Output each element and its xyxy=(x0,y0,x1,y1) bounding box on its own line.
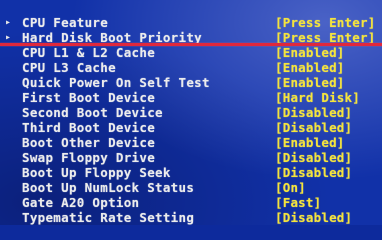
menu-item-cpu-feature[interactable]: ▸ CPU Feature [Press Enter] xyxy=(0,15,382,30)
setting-label: CPU L3 Cache xyxy=(22,60,116,75)
menu-item-quick-power-on-self-test[interactable]: Quick Power On Self Test [Enabled] xyxy=(0,75,382,90)
setting-value[interactable]: [Enabled] xyxy=(275,75,382,90)
setting-value[interactable]: [On] xyxy=(275,180,382,195)
setting-label: Swap Floppy Drive xyxy=(22,150,156,165)
setting-label: Boot Up NumLock Status xyxy=(22,180,195,195)
submenu-arrow-icon: ▸ xyxy=(5,17,12,28)
setting-value[interactable]: [Disabled] xyxy=(275,165,382,180)
menu-item-swap-floppy-drive[interactable]: Swap Floppy Drive [Disabled] xyxy=(0,150,382,165)
setting-label: First Boot Device xyxy=(22,90,156,105)
menu-item-cpu-l3-cache[interactable]: CPU L3 Cache [Enabled] xyxy=(0,60,382,75)
setting-value[interactable]: [Disabled] xyxy=(275,150,382,165)
setting-value[interactable]: [Disabled] xyxy=(275,105,382,120)
setting-value[interactable]: [Fast] xyxy=(275,195,382,210)
setting-label: Second Boot Device xyxy=(22,105,163,120)
menu-item-boot-up-floppy-seek[interactable]: Boot Up Floppy Seek [Disabled] xyxy=(0,165,382,180)
menu-item-first-boot-device[interactable]: First Boot Device [Hard Disk] xyxy=(0,90,382,105)
menu-item-cpu-l1-l2-cache[interactable]: CPU L1 & L2 Cache [Enabled] xyxy=(0,45,382,60)
setting-value[interactable]: [Disabled] xyxy=(275,120,382,135)
setting-label: Third Boot Device xyxy=(22,120,156,135)
setting-value[interactable]: [Enabled] xyxy=(275,135,382,150)
setting-label: Quick Power On Self Test xyxy=(22,75,210,90)
setting-value[interactable]: [Press Enter] xyxy=(275,15,382,30)
setting-label: Gate A20 Option xyxy=(22,195,140,210)
bios-advanced-settings-screen: ▸ CPU Feature [Press Enter] ▸ Hard Disk … xyxy=(0,0,382,225)
menu-item-boot-up-numlock-status[interactable]: Boot Up NumLock Status [On] xyxy=(0,180,382,195)
setting-label: Typematic Rate Setting xyxy=(22,210,195,225)
menu-item-typematic-rate-setting[interactable]: Typematic Rate Setting [Disabled] xyxy=(0,210,382,225)
menu-item-third-boot-device[interactable]: Third Boot Device [Disabled] xyxy=(0,120,382,135)
menu-item-boot-other-device[interactable]: Boot Other Device [Enabled] xyxy=(0,135,382,150)
menu-item-second-boot-device[interactable]: Second Boot Device [Disabled] xyxy=(0,105,382,120)
setting-value[interactable]: [Enabled] xyxy=(275,45,382,60)
setting-label: CPU L1 & L2 Cache xyxy=(22,45,156,60)
setting-value[interactable]: [Hard Disk] xyxy=(275,90,382,105)
setting-label: CPU Feature xyxy=(22,15,109,30)
setting-label: Boot Up Floppy Seek xyxy=(22,165,171,180)
menu-item-gate-a20-option[interactable]: Gate A20 Option [Fast] xyxy=(0,195,382,210)
setting-label: Boot Other Device xyxy=(22,135,156,150)
setting-value[interactable]: [Disabled] xyxy=(275,210,382,225)
setting-value[interactable]: [Enabled] xyxy=(275,60,382,75)
